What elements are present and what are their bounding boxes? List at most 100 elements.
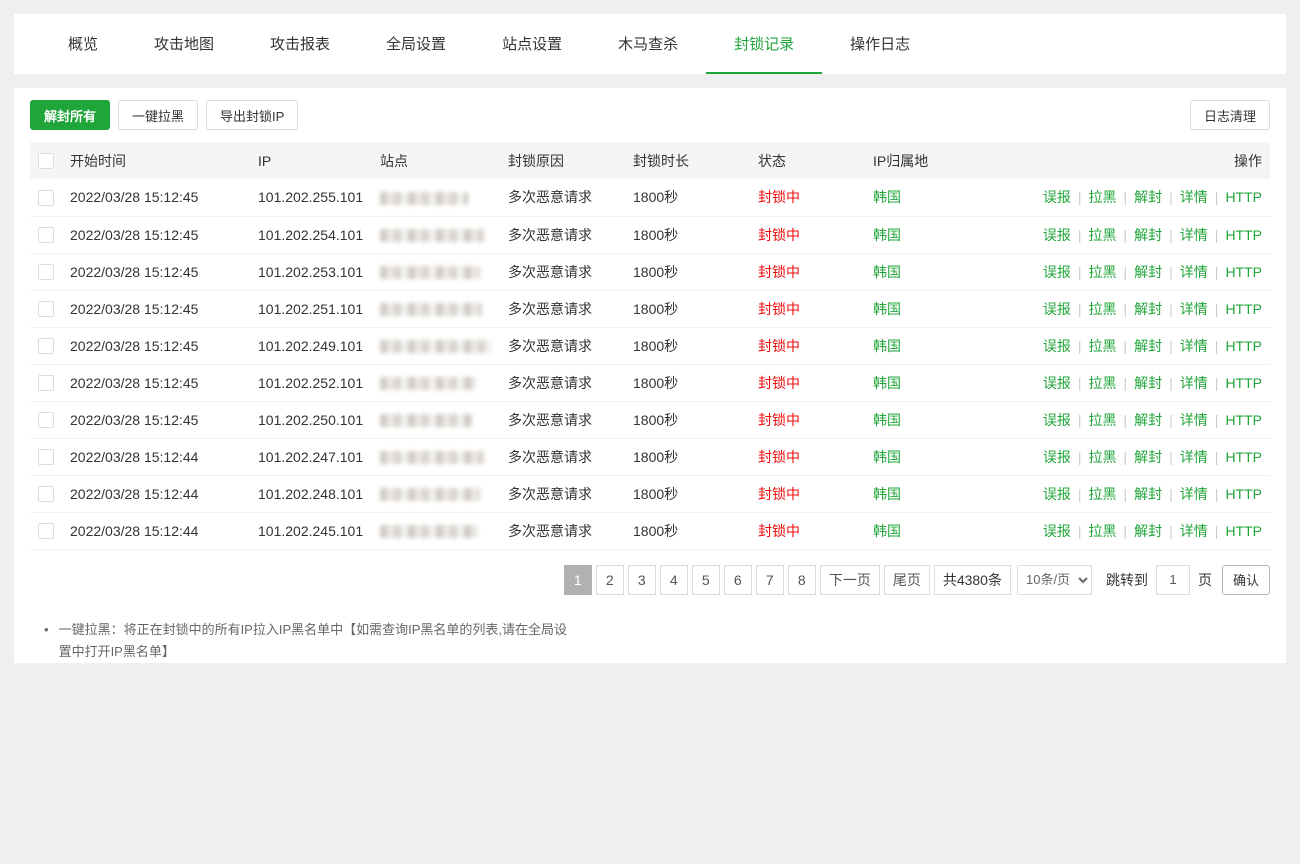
row-checkbox[interactable] — [38, 375, 54, 391]
action-link-2[interactable]: 拉黑 — [1089, 375, 1117, 391]
action-link-5[interactable]: HTTP — [1225, 375, 1262, 391]
jump-to-label: 跳转到 — [1106, 570, 1148, 590]
row-checkbox[interactable] — [38, 486, 54, 502]
toolbar: 解封所有 一键拉黑 导出封锁IP 日志清理 — [30, 100, 1270, 130]
action-link-5[interactable]: HTTP — [1225, 227, 1262, 243]
status-cell: 封锁中 — [750, 216, 865, 253]
action-link-3[interactable]: 解封 — [1134, 412, 1162, 428]
action-link-2[interactable]: 拉黑 — [1089, 523, 1117, 539]
log-clean-button[interactable]: 日志清理 — [1190, 100, 1270, 130]
action-link-2[interactable]: 拉黑 — [1089, 338, 1117, 354]
action-link-2[interactable]: 拉黑 — [1089, 227, 1117, 243]
action-link-1[interactable]: 误报 — [1043, 412, 1071, 428]
row-checkbox[interactable] — [38, 190, 54, 206]
action-link-3[interactable]: 解封 — [1134, 189, 1162, 205]
action-link-3[interactable]: 解封 — [1134, 301, 1162, 317]
export-blocked-ip-button[interactable]: 导出封锁IP — [206, 100, 298, 130]
action-link-3[interactable]: 解封 — [1134, 486, 1162, 502]
page-button-1[interactable]: 1 — [564, 565, 592, 595]
action-link-1[interactable]: 误报 — [1043, 449, 1071, 465]
row-checkbox[interactable] — [38, 412, 54, 428]
action-link-3[interactable]: 解封 — [1134, 375, 1162, 391]
action-link-1[interactable]: 误报 — [1043, 523, 1071, 539]
confirm-jump-button[interactable]: 确认 — [1222, 565, 1270, 595]
action-link-4[interactable]: 详情 — [1180, 412, 1208, 428]
table-row: 2022/03/28 15:12:44 101.202.245.101 多次恶意… — [30, 512, 1270, 549]
action-link-5[interactable]: HTTP — [1225, 449, 1262, 465]
table-header-row: 开始时间 IP 站点 封锁原因 封锁时长 状态 IP归属地 操作 — [30, 142, 1270, 179]
action-link-4[interactable]: 详情 — [1180, 338, 1208, 354]
page-button-7[interactable]: 7 — [756, 565, 784, 595]
page-size-select[interactable]: 10条/页 — [1017, 565, 1092, 595]
page-button-8[interactable]: 8 — [788, 565, 816, 595]
last-page-button[interactable]: 尾页 — [884, 565, 930, 595]
page-button-2[interactable]: 2 — [596, 565, 624, 595]
action-link-5[interactable]: HTTP — [1225, 338, 1262, 354]
action-link-5[interactable]: HTTP — [1225, 264, 1262, 280]
action-link-1[interactable]: 误报 — [1043, 264, 1071, 280]
tab-item-1[interactable]: 攻击地图 — [126, 14, 242, 74]
tab-item-4[interactable]: 站点设置 — [474, 14, 590, 74]
action-link-3[interactable]: 解封 — [1134, 227, 1162, 243]
action-separator: | — [1078, 189, 1082, 205]
action-link-2[interactable]: 拉黑 — [1089, 412, 1117, 428]
tab-item-2[interactable]: 攻击报表 — [242, 14, 358, 74]
action-link-4[interactable]: 详情 — [1180, 523, 1208, 539]
row-checkbox[interactable] — [38, 301, 54, 317]
action-separator: | — [1124, 189, 1128, 205]
action-link-3[interactable]: 解封 — [1134, 264, 1162, 280]
site-cell — [372, 401, 500, 438]
row-checkbox[interactable] — [38, 449, 54, 465]
tab-item-7[interactable]: 操作日志 — [822, 14, 938, 74]
unban-all-button[interactable]: 解封所有 — [30, 100, 110, 130]
action-link-1[interactable]: 误报 — [1043, 375, 1071, 391]
action-link-5[interactable]: HTTP — [1225, 412, 1262, 428]
action-link-1[interactable]: 误报 — [1043, 301, 1071, 317]
select-all-checkbox[interactable] — [38, 153, 54, 169]
action-link-5[interactable]: HTTP — [1225, 189, 1262, 205]
action-link-4[interactable]: 详情 — [1180, 375, 1208, 391]
tab-item-0[interactable]: 概览 — [40, 14, 126, 74]
start-time-cell: 2022/03/28 15:12:44 — [62, 438, 250, 475]
action-link-4[interactable]: 详情 — [1180, 264, 1208, 280]
row-checkbox[interactable] — [38, 523, 54, 539]
action-link-2[interactable]: 拉黑 — [1089, 264, 1117, 280]
row-checkbox[interactable] — [38, 264, 54, 280]
action-link-2[interactable]: 拉黑 — [1089, 486, 1117, 502]
action-link-5[interactable]: HTTP — [1225, 301, 1262, 317]
action-link-2[interactable]: 拉黑 — [1089, 189, 1117, 205]
action-link-3[interactable]: 解封 — [1134, 449, 1162, 465]
action-link-4[interactable]: 详情 — [1180, 486, 1208, 502]
action-link-4[interactable]: 详情 — [1180, 227, 1208, 243]
blacklist-all-button[interactable]: 一键拉黑 — [118, 100, 198, 130]
action-link-1[interactable]: 误报 — [1043, 189, 1071, 205]
action-link-2[interactable]: 拉黑 — [1089, 301, 1117, 317]
row-checkbox[interactable] — [38, 338, 54, 354]
action-link-1[interactable]: 误报 — [1043, 486, 1071, 502]
ip-cell: 101.202.245.101 — [250, 512, 372, 549]
action-link-4[interactable]: 详情 — [1180, 301, 1208, 317]
action-link-5[interactable]: HTTP — [1225, 523, 1262, 539]
action-link-5[interactable]: HTTP — [1225, 486, 1262, 502]
action-link-1[interactable]: 误报 — [1043, 227, 1071, 243]
row-checkbox[interactable] — [38, 227, 54, 243]
next-page-button[interactable]: 下一页 — [820, 565, 880, 595]
action-link-3[interactable]: 解封 — [1134, 523, 1162, 539]
tab-item-5[interactable]: 木马查杀 — [590, 14, 706, 74]
bullet-icon: • — [44, 619, 49, 663]
tab-item-6[interactable]: 封锁记录 — [706, 14, 822, 74]
page-button-3[interactable]: 3 — [628, 565, 656, 595]
action-link-3[interactable]: 解封 — [1134, 338, 1162, 354]
jump-page-input[interactable] — [1156, 565, 1190, 595]
action-link-4[interactable]: 详情 — [1180, 449, 1208, 465]
ip-location-cell: 韩国 — [865, 512, 1032, 549]
status-cell: 封锁中 — [750, 179, 865, 216]
action-link-4[interactable]: 详情 — [1180, 189, 1208, 205]
page-button-6[interactable]: 6 — [724, 565, 752, 595]
page-button-5[interactable]: 5 — [692, 565, 720, 595]
block-reason-cell: 多次恶意请求 — [500, 401, 625, 438]
tab-item-3[interactable]: 全局设置 — [358, 14, 474, 74]
action-link-1[interactable]: 误报 — [1043, 338, 1071, 354]
page-button-4[interactable]: 4 — [660, 565, 688, 595]
action-link-2[interactable]: 拉黑 — [1089, 449, 1117, 465]
